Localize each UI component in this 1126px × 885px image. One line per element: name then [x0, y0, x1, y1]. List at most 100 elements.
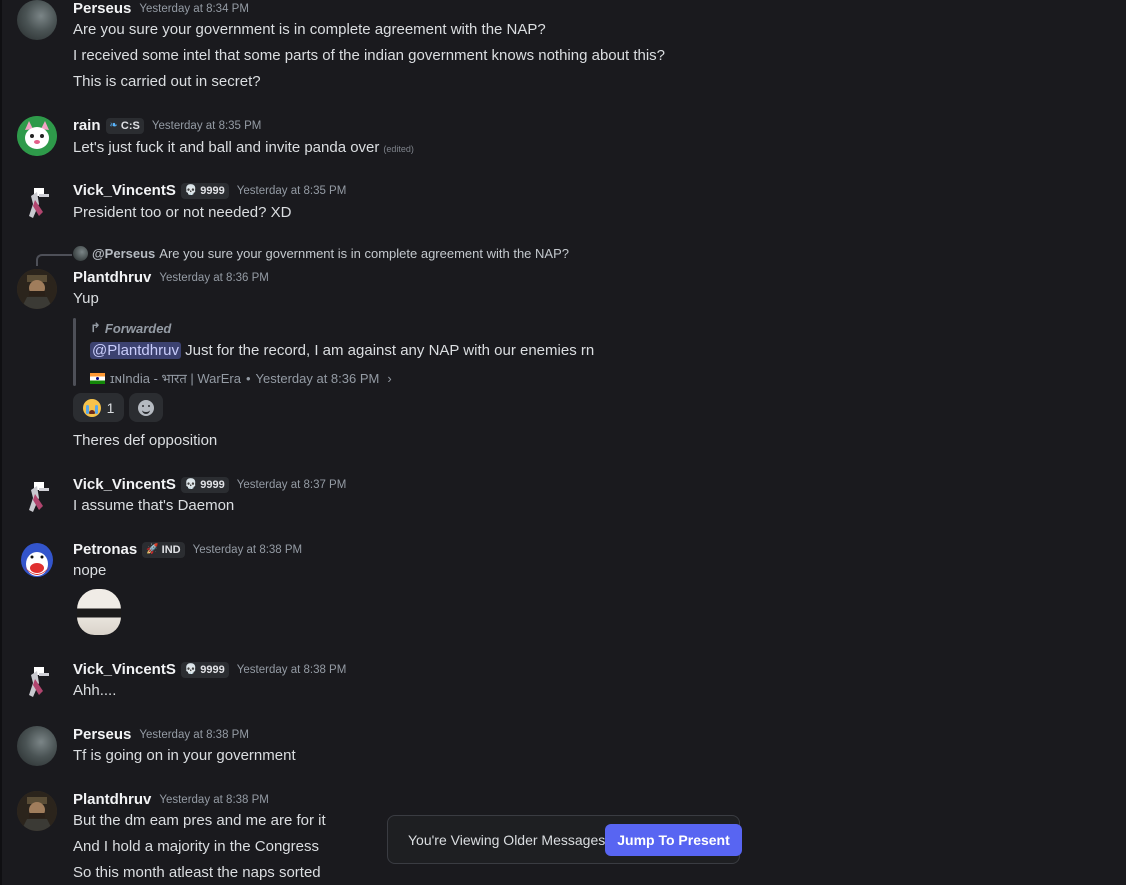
timestamp: Yesterday at 8:35 PM [151, 119, 262, 132]
skull-icon: 💀 [184, 478, 198, 490]
avatar-rain[interactable] [17, 116, 57, 156]
message-text: Theres def opposition [73, 432, 218, 449]
clan-tag-label: 9999 [200, 184, 225, 197]
forwarded-label: Forwarded [104, 320, 172, 336]
forwarded-source-time: Yesterday at 8:36 PM [255, 370, 380, 386]
forwarded-source-channel[interactable]: ɪɴIndia - भारत | WarEra [110, 369, 241, 387]
message-text: But the dm eam pres and me are for it [73, 812, 326, 829]
message-text: I received some intel that some parts of… [73, 47, 666, 64]
clan-tag[interactable]: 💀 9999 [180, 476, 229, 493]
timestamp: Yesterday at 8:38 PM [192, 543, 303, 556]
forwarded-header: ↱ Forwarded [90, 320, 171, 336]
timestamp: Yesterday at 8:38 PM [139, 728, 249, 741]
clan-tag[interactable]: 💀 9999 [180, 661, 229, 678]
username[interactable]: Vick_VincentS [73, 476, 176, 493]
avatar-plantdhruv[interactable] [17, 791, 57, 831]
message-text: Ahh.... [73, 682, 117, 699]
soldier-avatar-icon [17, 791, 57, 831]
crying-face-icon [82, 398, 101, 417]
message-header: Perseus Yesterday at 8:34 PM [73, 0, 249, 17]
older-messages-notice: You're Viewing Older Messages [408, 831, 606, 848]
message-text: Let's just fuck it and ball and invite p… [73, 139, 380, 156]
avatar-petronas[interactable] [17, 540, 57, 580]
message-text: So this month atleast the naps sorted [73, 864, 321, 881]
user-mention[interactable]: @Plantdhruv [90, 342, 181, 359]
reply-username[interactable]: @Perseus [92, 246, 155, 261]
left-edge-divider [0, 0, 2, 885]
clan-tag-label: C:S [120, 119, 140, 132]
clan-tag-label: 9999 [200, 478, 225, 491]
username[interactable]: Perseus [73, 0, 131, 17]
avatar-vick-vincents[interactable] [17, 476, 57, 516]
message-text: Are you sure your government is in compl… [73, 21, 546, 38]
username[interactable]: Petronas [73, 541, 137, 558]
username[interactable]: Plantdhruv [73, 791, 151, 808]
message-text: And I hold a majority in the Congress [73, 838, 319, 855]
skull-icon: 💀 [184, 663, 198, 675]
timestamp: Yesterday at 8:34 PM [139, 2, 249, 15]
chevron-right-icon[interactable]: › [387, 371, 391, 386]
clan-tag[interactable]: 🚀 IND [142, 541, 185, 558]
forwarded-bar [73, 318, 76, 386]
avatar-perseus[interactable] [17, 726, 57, 766]
timestamp: Yesterday at 8:35 PM [236, 184, 347, 197]
message-header: Perseus Yesterday at 8:38 PM [73, 726, 249, 743]
message-header: Plantdhruv Yesterday at 8:38 PM [73, 791, 269, 808]
add-reaction-button[interactable] [129, 393, 163, 422]
smiley-icon [138, 399, 154, 416]
forward-arrow-icon: ↱ [90, 320, 101, 335]
forwarded-source[interactable]: ɪɴIndia - भारत | WarEra • Yesterday at 8… [90, 369, 392, 387]
message-header: rain ❧ C:S Yesterday at 8:35 PM [73, 117, 261, 134]
username[interactable]: Vick_VincentS [73, 182, 176, 199]
character-avatar-icon [29, 482, 49, 512]
timestamp: Yesterday at 8:36 PM [159, 271, 269, 284]
timestamp: Yesterday at 8:38 PM [159, 793, 269, 806]
clan-tag[interactable]: ❧ C:S [105, 117, 144, 134]
message-text: This is carried out in secret? [73, 73, 261, 90]
message-text: nope [73, 562, 107, 579]
message-text: Tf is going on in your government [73, 747, 296, 764]
reply-spine [36, 254, 72, 266]
avatar-vick-vincents[interactable] [17, 182, 57, 222]
message-header: Petronas 🚀 IND Yesterday at 8:38 PM [73, 541, 302, 558]
message-text: President too or not needed? XD [73, 204, 292, 221]
forwarded-message: @Plantdhruv Just for the record, I am ag… [90, 342, 594, 359]
avatar-vick-vincents[interactable] [17, 661, 57, 701]
reaction-count: 1 [106, 399, 115, 416]
clan-tag-label: IND [161, 543, 181, 556]
timestamp: Yesterday at 8:37 PM [236, 478, 347, 491]
message-header: Vick_VincentS 💀 9999 Yesterday at 8:37 P… [73, 476, 346, 493]
message-header: Plantdhruv Yesterday at 8:36 PM [73, 269, 269, 286]
message-text-row: Let's just fuck it and ball and invite p… [73, 139, 414, 156]
soldier-avatar-icon [17, 269, 57, 309]
username[interactable]: Perseus [73, 726, 131, 743]
older-messages-bar: You're Viewing Older Messages Jump To Pr… [387, 815, 742, 864]
cat-avatar-icon [17, 116, 57, 156]
avatar-perseus[interactable] [17, 0, 57, 40]
clan-tag[interactable]: 💀 9999 [180, 182, 229, 199]
message-header: Vick_VincentS 💀 9999 Yesterday at 8:35 P… [73, 182, 346, 199]
reaction-crying[interactable]: 1 [73, 393, 124, 422]
character-avatar-icon [29, 188, 49, 218]
penguin-avatar-icon [21, 543, 53, 580]
message-header: Vick_VincentS 💀 9999 Yesterday at 8:38 P… [73, 661, 346, 678]
skull-icon: 💀 [184, 184, 198, 196]
edited-label: (edited) [383, 144, 414, 154]
panda-sticker-image[interactable] [77, 589, 121, 635]
username[interactable]: rain [73, 117, 101, 134]
reply-preview[interactable]: Are you sure your government is in compl… [159, 246, 569, 261]
character-avatar-icon [29, 667, 49, 697]
avatar-plantdhruv[interactable] [17, 269, 57, 309]
message-text: I assume that's Daemon [73, 497, 235, 514]
timestamp: Yesterday at 8:38 PM [236, 663, 347, 676]
username[interactable]: Plantdhruv [73, 269, 151, 286]
india-flag-icon [90, 372, 105, 384]
jump-to-present-button[interactable]: Jump To Present [605, 823, 742, 856]
reply-reference[interactable]: @Perseus Are you sure your government is… [73, 246, 569, 261]
username[interactable]: Vick_VincentS [73, 661, 176, 678]
leaf-icon: ❧ [109, 119, 118, 131]
dot-separator: • [245, 370, 251, 386]
rocket-icon: 🚀 [146, 543, 159, 555]
message-text: Yup [73, 290, 99, 307]
forwarded-text: Just for the record, I am against any NA… [180, 342, 595, 359]
